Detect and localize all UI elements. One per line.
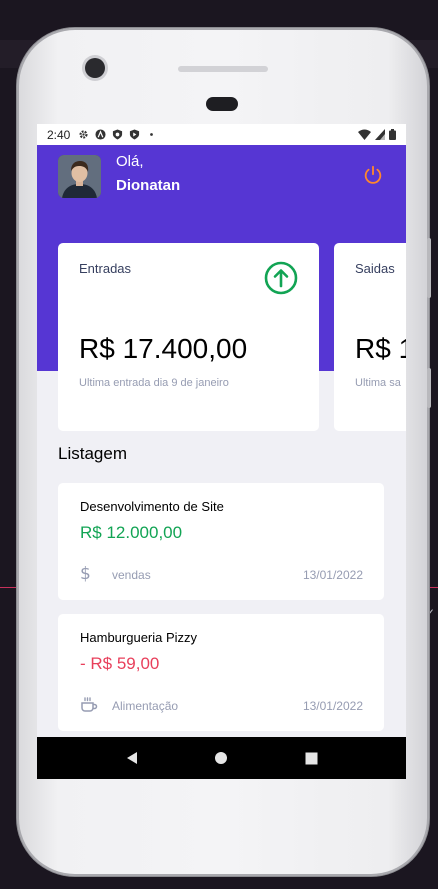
app-a-icon bbox=[95, 129, 106, 140]
status-time: 2:40 bbox=[47, 127, 71, 142]
power-side-button bbox=[427, 368, 431, 408]
speaker-grill bbox=[178, 66, 268, 72]
avatar[interactable] bbox=[58, 155, 101, 198]
wifi-icon bbox=[358, 129, 371, 140]
transaction-date: 13/01/2022 bbox=[302, 568, 363, 582]
outcome-highlight-card: Saidas R$ 1 Ultima sa bbox=[334, 243, 406, 431]
volume-button bbox=[427, 238, 431, 298]
back-triangle-icon bbox=[126, 752, 137, 764]
transaction-amount: - R$ 59,00 bbox=[80, 654, 160, 673]
back-button[interactable] bbox=[122, 748, 142, 768]
listing-title: Listagem bbox=[58, 444, 127, 463]
earpiece bbox=[206, 97, 238, 111]
transaction-date: 13/01/2022 bbox=[302, 699, 363, 713]
signal-icon bbox=[375, 129, 385, 140]
arrow-up-circle-icon bbox=[264, 261, 298, 295]
recents-button[interactable] bbox=[301, 748, 321, 768]
outcome-card-subtitle: Ultima sa bbox=[355, 377, 401, 389]
home-circle-icon bbox=[215, 752, 228, 764]
outcome-card-amount: R$ 1 bbox=[355, 333, 406, 364]
transaction-category: vendas bbox=[112, 568, 151, 582]
income-card-amount: R$ 17.400,00 bbox=[79, 333, 248, 364]
transaction-name: Desenvolvimento de Site bbox=[80, 499, 224, 514]
user-photo bbox=[58, 155, 101, 198]
user-name: Dionatan bbox=[116, 177, 181, 194]
transaction-card[interactable]: Desenvolvimento de Site R$ 12.000,00 $ v… bbox=[58, 483, 384, 600]
income-card-title: Entradas bbox=[79, 261, 132, 276]
income-highlight-card: Entradas R$ 17.400,00 Ultima entrada dia… bbox=[58, 243, 319, 431]
transaction-amount: R$ 12.000,00 bbox=[80, 523, 183, 542]
transaction-card[interactable]: Hamburgueria Pizzy - R$ 59,00 Alimentaçã… bbox=[58, 614, 384, 731]
shield-icon bbox=[113, 129, 123, 140]
app-screen: 2:40 Olá, Dionatan Entradas R$ 17.400,00… bbox=[37, 124, 406, 779]
battery-icon bbox=[389, 129, 396, 140]
dot-icon bbox=[150, 133, 154, 136]
front-camera bbox=[85, 58, 105, 78]
greeting: Olá, bbox=[116, 153, 144, 170]
transaction-name: Hamburgueria Pizzy bbox=[80, 630, 198, 645]
status-bar: 2:40 bbox=[37, 124, 406, 145]
power-icon[interactable] bbox=[362, 164, 384, 186]
outcome-card-title: Saidas bbox=[355, 261, 395, 276]
android-nav-bar bbox=[37, 737, 406, 779]
coffee-icon bbox=[81, 697, 98, 712]
transaction-category: Alimentação bbox=[112, 699, 179, 713]
settings-icon bbox=[79, 130, 88, 139]
income-card-subtitle: Ultima entrada dia 9 de janeiro bbox=[79, 377, 229, 389]
dollar-icon: $ bbox=[80, 564, 91, 584]
recents-square-icon bbox=[305, 752, 318, 764]
play-shield-icon bbox=[130, 129, 140, 140]
home-button[interactable] bbox=[211, 748, 231, 768]
